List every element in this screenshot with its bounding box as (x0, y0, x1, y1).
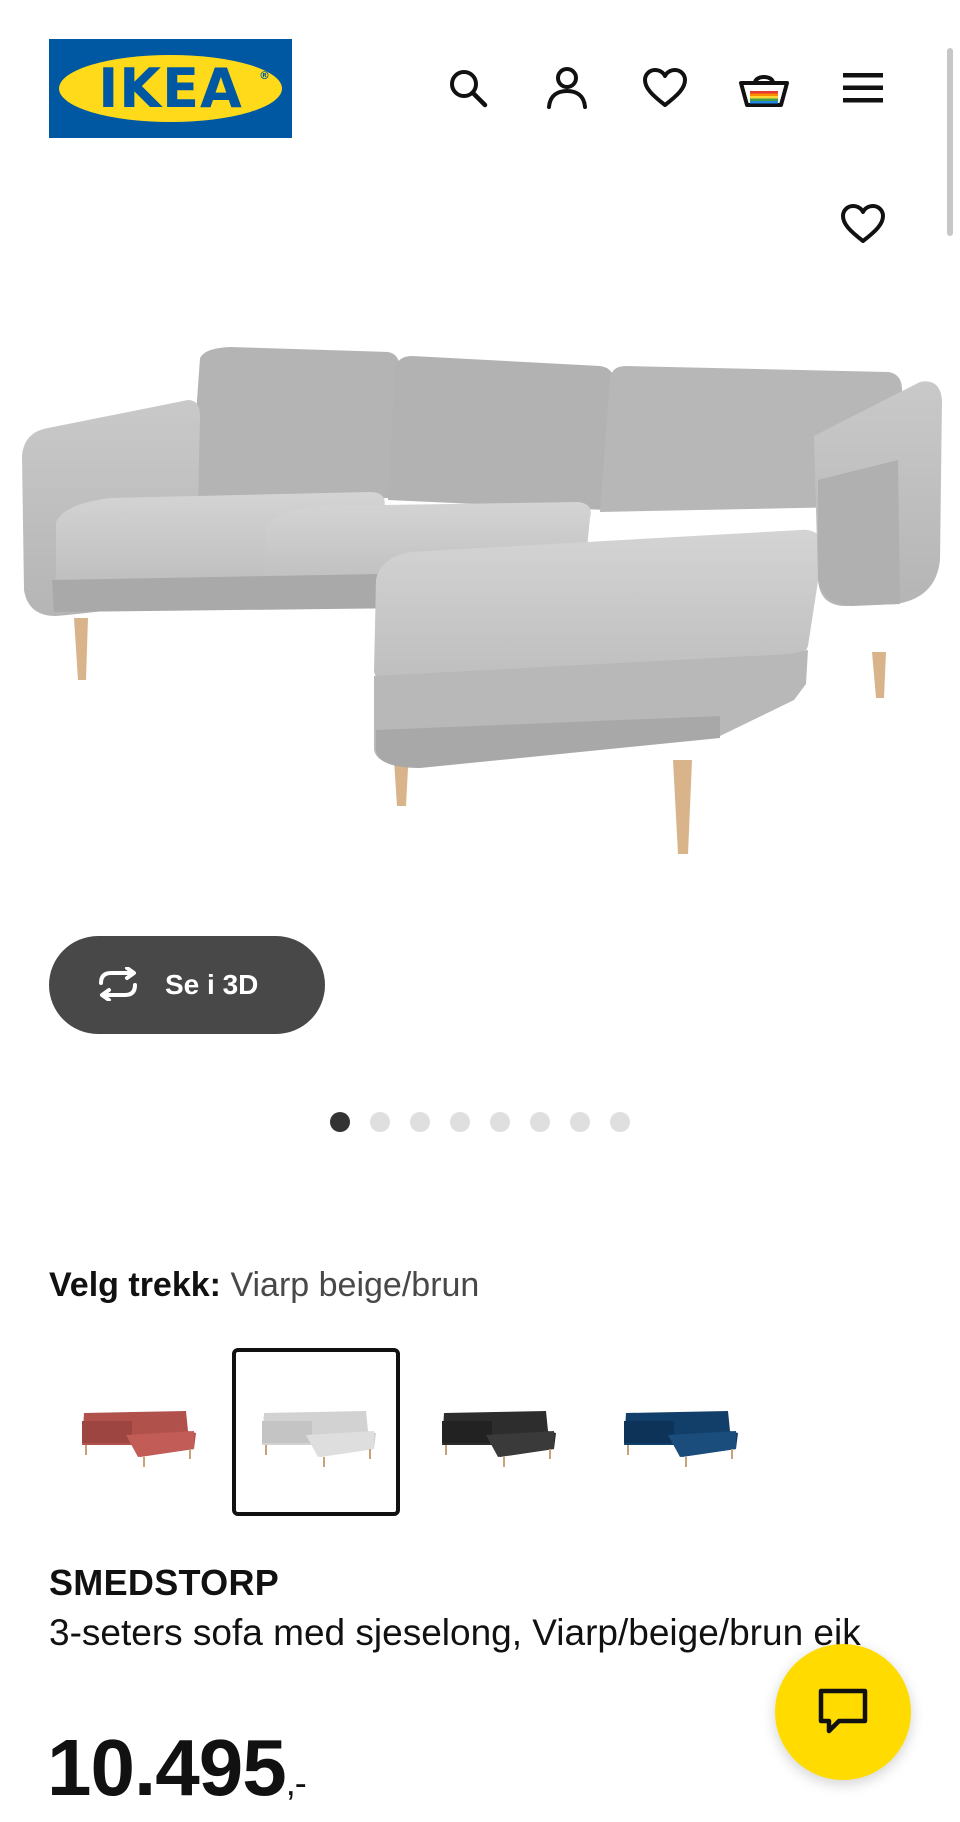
carousel-dot[interactable] (370, 1112, 390, 1132)
carousel-dot[interactable] (490, 1112, 510, 1132)
price-value: 10.495 (47, 1723, 287, 1812)
fabric-selected-value: Viarp beige/brun (230, 1266, 480, 1304)
account-icon[interactable] (539, 60, 595, 116)
fabric-heading: Velg trekk: Viarp beige/brun (49, 1266, 479, 1305)
product-image[interactable] (0, 204, 960, 960)
menu-icon[interactable] (835, 60, 891, 116)
product-name: SMEDSTORP (49, 1562, 280, 1603)
carousel-dot[interactable] (450, 1112, 470, 1132)
chat-bubble-icon (817, 1687, 869, 1738)
view-3d-label: Se i 3D (165, 969, 259, 1000)
product-description: 3-seters sofa med sjeselong, Viarp/beige… (49, 1612, 861, 1653)
carousel-dot[interactable] (330, 1112, 350, 1132)
price-suffix: ,- (285, 1762, 307, 1803)
logo-text: IKEA (98, 57, 243, 120)
fabric-swatch-blue[interactable] (594, 1348, 762, 1516)
cart-icon[interactable] (736, 60, 792, 116)
heart-outline-icon[interactable] (835, 196, 891, 252)
logo-registered-mark: ® (259, 69, 270, 82)
view-3d-button[interactable]: Se i 3D (49, 936, 325, 1034)
rotate-3d-icon (93, 965, 143, 1004)
carousel-dot[interactable] (410, 1112, 430, 1132)
fabric-swatch-viarp-beige-brown[interactable] (232, 1348, 400, 1516)
carousel-dot[interactable] (530, 1112, 550, 1132)
favourites-icon[interactable] (637, 60, 693, 116)
fabric-label: Velg trekk: (49, 1266, 221, 1304)
carousel-dot[interactable] (610, 1112, 630, 1132)
scrollbar[interactable] (947, 48, 953, 236)
search-icon[interactable] (440, 60, 496, 116)
product-price: 10.495,- (47, 1722, 307, 1814)
fabric-swatch-black[interactable] (412, 1348, 580, 1516)
carousel-dot[interactable] (570, 1112, 590, 1132)
chat-button[interactable] (775, 1644, 911, 1780)
ikea-logo[interactable]: IKEA ® (49, 39, 292, 138)
fabric-swatch-red-brown[interactable] (52, 1348, 220, 1516)
carousel-indicator (0, 1112, 960, 1132)
